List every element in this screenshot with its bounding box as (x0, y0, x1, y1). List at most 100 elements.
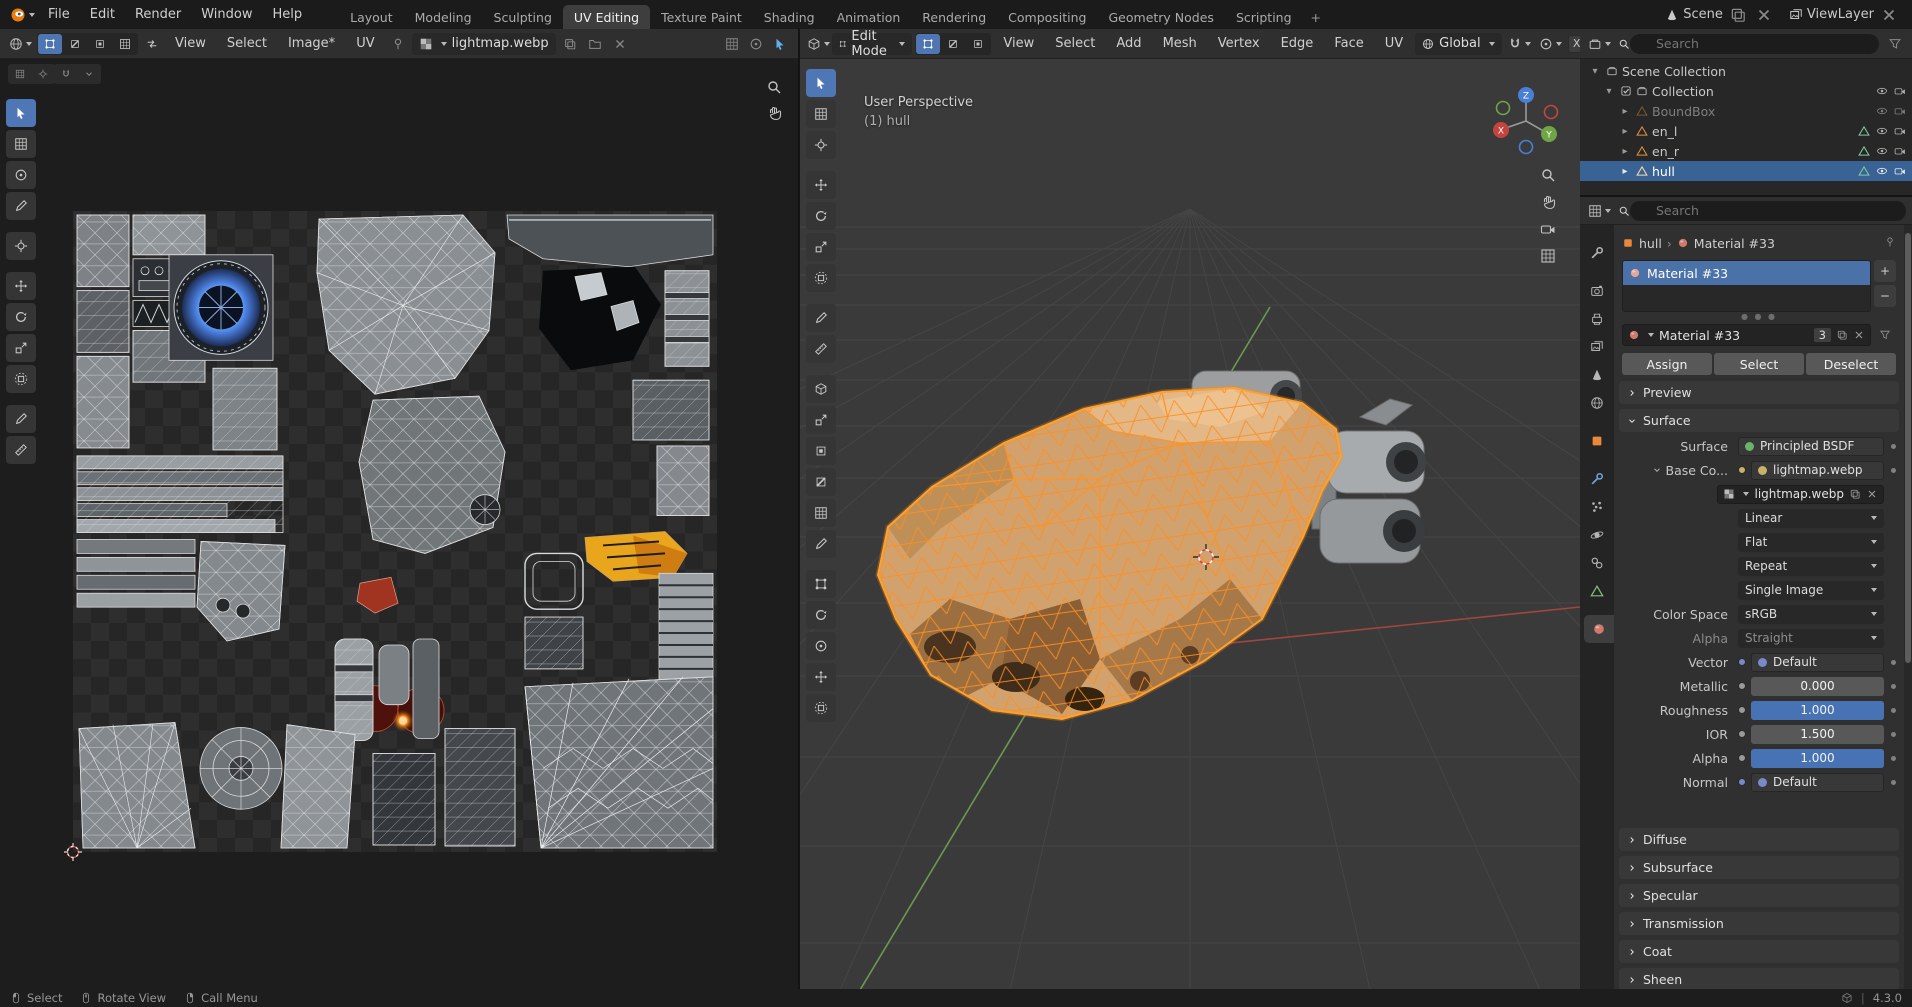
uv-select-face-button[interactable] (88, 34, 112, 54)
disclosure-icon[interactable]: ▸ (1618, 146, 1632, 157)
outliner-editor-type-button[interactable] (1586, 33, 1613, 55)
uv-select-island-button[interactable] (113, 34, 137, 54)
pan-hand-icon[interactable] (1540, 194, 1556, 210)
uv-mini-cursor-button[interactable] (32, 65, 54, 83)
uv-mini-snap-button[interactable] (55, 65, 77, 83)
vp-menu-vertex[interactable]: Vertex (1209, 33, 1269, 55)
viewport-canvas[interactable]: User Perspective (1) hull (800, 59, 1580, 989)
render-camera-icon[interactable] (1894, 85, 1906, 97)
navigation-gizmo[interactable]: Z X Y (1488, 83, 1564, 159)
pin-icon[interactable] (1884, 236, 1896, 248)
vp-menu-select[interactable]: Select (1046, 33, 1104, 55)
panel-sheen[interactable]: Sheen (1619, 968, 1899, 989)
uv-select-vertex-button[interactable] (38, 34, 62, 54)
tool-transform[interactable] (806, 264, 836, 292)
menu-edit[interactable]: Edit (81, 4, 124, 26)
tool-bevel[interactable] (806, 468, 836, 496)
ortho-toggle-icon[interactable] (1540, 248, 1556, 264)
interpolation-dropdown[interactable]: Linear (1738, 509, 1884, 528)
zoom-icon[interactable] (766, 79, 782, 95)
tab-geometry-nodes[interactable]: Geometry Nodes (1098, 5, 1225, 29)
surface-shader-selector[interactable]: Principled BSDF (1738, 437, 1884, 456)
tab-modifiers[interactable] (1580, 465, 1614, 493)
tool-measure[interactable] (6, 436, 36, 464)
tab-constraints[interactable] (1580, 549, 1614, 577)
row-object-boundbox[interactable]: ▸ BoundBox (1580, 101, 1912, 121)
alpha-slider[interactable]: 1.000 (1751, 749, 1884, 768)
remove-slot-button[interactable] (1874, 285, 1896, 307)
tool-extrude[interactable] (806, 406, 836, 434)
camera-view-icon[interactable] (1540, 221, 1556, 237)
uv-select-edge-button[interactable] (63, 34, 87, 54)
disclosure-icon[interactable]: ▸ (1618, 126, 1632, 137)
tab-physics[interactable] (1580, 521, 1614, 549)
tab-tool[interactable] (1580, 239, 1614, 267)
color-space-dropdown[interactable]: sRGB (1738, 605, 1884, 624)
tool-spin[interactable] (806, 601, 836, 629)
gizmo-x-neg[interactable] (1545, 106, 1558, 119)
hide-eye-icon[interactable] (1876, 145, 1888, 157)
hide-eye-icon[interactable] (1876, 85, 1888, 97)
uv-overlays-toggle[interactable] (721, 33, 743, 55)
scene-selector[interactable]: Scene (1661, 4, 1779, 26)
gizmo-z-neg[interactable] (1520, 141, 1533, 154)
breadcrumb-object[interactable]: hull (1639, 236, 1662, 251)
select-button[interactable]: Select (1714, 353, 1804, 375)
metallic-slider[interactable]: 0.000 (1751, 677, 1884, 696)
tool-poly-build[interactable] (806, 570, 836, 598)
uv-canvas[interactable] (0, 59, 798, 989)
panel-coat[interactable]: Coat (1619, 940, 1899, 963)
list-resize-grip[interactable]: ● ● ● (1614, 312, 1904, 321)
disclosure-icon[interactable]: ▸ (1618, 166, 1632, 177)
tab-material[interactable] (1584, 615, 1614, 643)
vp-menu-edge[interactable]: Edge (1272, 33, 1323, 55)
normal-input[interactable]: Default (1751, 773, 1884, 792)
add-workspace-button[interactable]: + (1303, 5, 1329, 29)
tab-animation[interactable]: Animation (826, 5, 912, 29)
tool-annotate[interactable] (806, 304, 836, 332)
viewport-editor-type-button[interactable] (807, 33, 829, 55)
material-datablock-selector[interactable]: Material #33 3 (1622, 324, 1871, 346)
source-dropdown[interactable]: Single Image (1738, 581, 1884, 600)
tab-object-data[interactable] (1580, 577, 1614, 605)
ior-field[interactable]: 1.500 (1751, 725, 1884, 744)
outliner-search-input[interactable] (1630, 34, 1879, 54)
proportional-editing-toggle[interactable] (1537, 33, 1564, 55)
specials-menu-button[interactable] (1874, 324, 1896, 346)
remove-viewlayer-icon[interactable] (1878, 4, 1900, 26)
uv-menu-select[interactable]: Select (218, 33, 276, 55)
disclosure-icon[interactable]: ▾ (1602, 86, 1616, 97)
tab-layout[interactable]: Layout (339, 5, 404, 29)
image-pin-toggle[interactable] (387, 33, 409, 55)
properties-search-input[interactable] (1630, 201, 1906, 221)
add-slot-button[interactable] (1874, 260, 1896, 282)
tool-add-cube[interactable] (806, 375, 836, 403)
extensions-icon[interactable] (1841, 992, 1853, 1004)
mode-selector[interactable]: Edit Mode (832, 33, 912, 55)
panel-subsurface[interactable]: Subsurface (1619, 856, 1899, 879)
uv-editor-type-button[interactable] (7, 33, 34, 55)
panel-diffuse[interactable]: Diffuse (1619, 828, 1899, 851)
pan-hand-icon[interactable] (766, 105, 782, 121)
tab-modeling[interactable]: Modeling (404, 5, 483, 29)
properties-scrollbar[interactable] (1904, 225, 1912, 989)
row-object-en-r[interactable]: ▸ en_r (1580, 141, 1912, 161)
uv-texture-image[interactable] (73, 211, 717, 852)
close-icon[interactable] (1866, 488, 1878, 500)
alpha-mode-dropdown[interactable]: Straight (1738, 629, 1884, 648)
tool-transform[interactable] (6, 365, 36, 393)
open-image-button[interactable] (584, 33, 606, 55)
tool-move[interactable] (6, 272, 36, 300)
chevron-down-icon[interactable] (1652, 465, 1662, 475)
blender-logo-menu[interactable] (8, 4, 37, 26)
tab-rendering[interactable]: Rendering (911, 5, 997, 29)
tab-texture-paint[interactable]: Texture Paint (650, 5, 753, 29)
viewlayer-selector[interactable]: ViewLayer (1785, 4, 1904, 26)
uv-gizmos-toggle[interactable] (745, 33, 767, 55)
base-color-texture-selector[interactable]: lightmap.webp (1751, 461, 1884, 480)
properties-editor-type-button[interactable] (1586, 200, 1613, 222)
render-camera-icon[interactable] (1894, 125, 1906, 137)
tab-render[interactable] (1580, 277, 1614, 305)
breadcrumb-material[interactable]: Material #33 (1694, 236, 1775, 251)
tab-scene[interactable] (1580, 361, 1614, 389)
